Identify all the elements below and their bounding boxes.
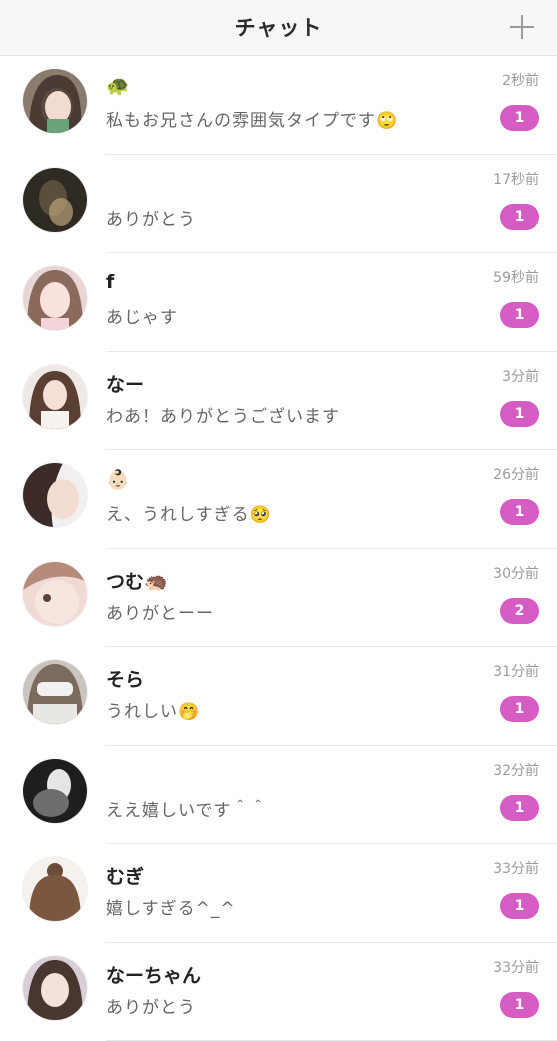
avatar[interactable] [23, 168, 87, 232]
chat-time: 26分前 [493, 464, 539, 484]
chat-time: 17秒前 [493, 169, 539, 189]
chat-preview: 嬉しすぎる^_^ [106, 894, 236, 919]
chat-time: 32分前 [493, 760, 539, 780]
chat-preview: え、うれしすぎる🥺 [106, 500, 272, 525]
chat-preview: ええ嬉しいです＾＾ [106, 796, 268, 821]
chat-preview: わあ！ありがとうございます [106, 402, 340, 427]
chat-preview: ありがとう [106, 205, 196, 230]
chat-row[interactable]: 🐢 私もお兄さんの雰囲気タイプです🙄 2秒前 1 [0, 56, 557, 155]
chat-name: むぎ [106, 862, 144, 889]
chat-name: そら [106, 665, 144, 692]
unread-badge: 1 [500, 795, 539, 821]
chat-time: 33分前 [493, 957, 539, 977]
chat-row[interactable]: ありがとう 17秒前 1 [0, 155, 557, 254]
avatar[interactable] [23, 266, 87, 330]
avatar[interactable] [23, 365, 87, 429]
unread-badge: 1 [500, 204, 539, 230]
chat-time: 31分前 [493, 661, 539, 681]
chat-list: 🐢 私もお兄さんの雰囲気タイプです🙄 2秒前 1 ありがとう 17秒前 1 f … [0, 56, 557, 1041]
page-title: チャット [0, 12, 557, 42]
chat-row[interactable]: むぎ 嬉しすぎる^_^ 33分前 1 [0, 844, 557, 943]
avatar[interactable] [23, 463, 87, 527]
avatar[interactable] [23, 759, 87, 823]
chat-row[interactable]: f あじゃす 59秒前 1 [0, 253, 557, 352]
unread-badge: 1 [500, 992, 539, 1018]
header-bar: チャット [0, 0, 557, 56]
chat-preview: ありがとう [106, 993, 196, 1018]
unread-badge: 2 [500, 598, 539, 624]
chat-name: f [106, 271, 114, 293]
chat-preview: ありがとーー [106, 599, 214, 624]
avatar[interactable] [23, 956, 87, 1020]
chat-name: なーちゃん [106, 961, 201, 988]
chat-row[interactable]: ええ嬉しいです＾＾ 32分前 1 [0, 746, 557, 845]
chat-preview: 私もお兄さんの雰囲気タイプです🙄 [106, 106, 398, 131]
chat-name: つむ🦔 [106, 567, 168, 594]
chat-preview: うれしい🤭 [106, 697, 200, 722]
unread-badge: 1 [500, 696, 539, 722]
unread-badge: 1 [500, 499, 539, 525]
avatar[interactable] [23, 562, 87, 626]
chat-preview: あじゃす [106, 303, 178, 328]
chat-time: 3分前 [502, 366, 539, 386]
plus-icon[interactable] [505, 10, 539, 44]
chat-time: 2秒前 [502, 70, 539, 90]
chat-time: 59秒前 [493, 267, 539, 287]
chat-time: 30分前 [493, 563, 539, 583]
avatar[interactable] [23, 69, 87, 133]
chat-name: なー [106, 370, 144, 397]
chat-row[interactable]: つむ🦔 ありがとーー 30分前 2 [0, 549, 557, 648]
avatar[interactable] [23, 660, 87, 724]
chat-row[interactable]: なーちゃん ありがとう 33分前 1 [0, 943, 557, 1041]
chat-name: 👶🏻 [106, 468, 130, 491]
unread-badge: 1 [500, 302, 539, 328]
chat-row[interactable]: そら うれしい🤭 31分前 1 [0, 647, 557, 746]
chat-row[interactable]: 👶🏻 え、うれしすぎる🥺 26分前 1 [0, 450, 557, 549]
unread-badge: 1 [500, 105, 539, 131]
chat-row[interactable]: なー わあ！ありがとうございます 3分前 1 [0, 352, 557, 451]
unread-badge: 1 [500, 401, 539, 427]
avatar[interactable] [23, 857, 87, 921]
unread-badge: 1 [500, 893, 539, 919]
chat-name: 🐢 [106, 74, 130, 97]
chat-time: 33分前 [493, 858, 539, 878]
